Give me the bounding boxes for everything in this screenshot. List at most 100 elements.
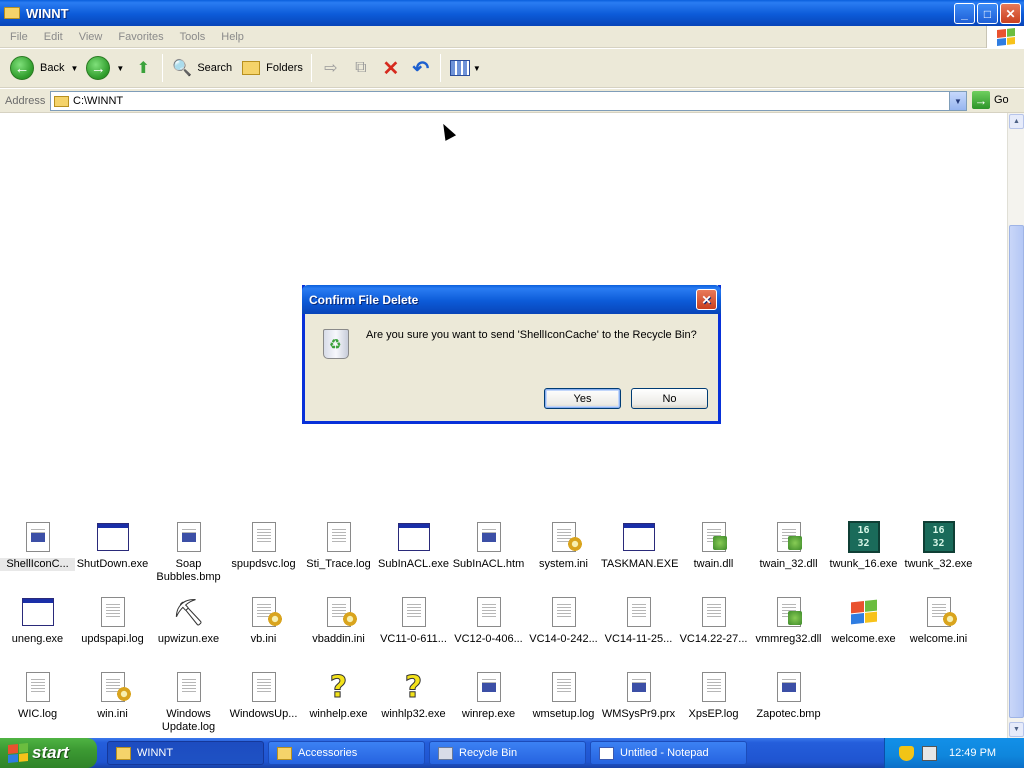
file-item[interactable]: spupdsvc.log <box>226 520 301 571</box>
folder-icon <box>277 746 292 760</box>
close-button[interactable]: ✕ <box>1000 3 1021 24</box>
help-icon: ? <box>329 669 348 705</box>
file-item[interactable]: ? winhelp.exe <box>301 669 376 721</box>
file-item[interactable]: VC12-0-406... <box>451 595 526 646</box>
taskbar-button-winnt[interactable]: WINNT <box>107 741 264 765</box>
notepad-icon <box>599 746 614 760</box>
folders-button[interactable]: Folders <box>236 52 307 84</box>
vertical-scrollbar[interactable]: ▲ ▼ <box>1007 113 1024 738</box>
file-label: vb.ini <box>250 633 277 645</box>
file-item[interactable]: uneng.exe <box>0 595 75 646</box>
no-button[interactable]: No <box>631 388 708 409</box>
file-item[interactable]: win.ini <box>75 670 150 721</box>
menu-favorites[interactable]: Favorites <box>112 31 169 43</box>
address-value: C:\WINNT <box>73 95 124 107</box>
file-item[interactable]: welcome.ini <box>901 595 976 646</box>
text-file-icon <box>697 595 731 629</box>
file-item[interactable]: twain.dll <box>676 520 751 571</box>
forward-dropdown-icon[interactable]: ▼ <box>116 64 124 73</box>
taskbar-button-notepad[interactable]: Untitled - Notepad <box>590 741 747 765</box>
dialog-close-button[interactable]: ✕ <box>696 289 717 310</box>
scrollbar-thumb[interactable] <box>1009 225 1024 718</box>
menu-file[interactable]: File <box>4 31 34 43</box>
file-item[interactable]: WIC.log <box>0 670 75 721</box>
minimize-button[interactable]: _ <box>954 3 975 24</box>
address-dropdown-icon[interactable]: ▼ <box>949 92 966 110</box>
file-item[interactable]: ShutDown.exe <box>75 520 150 571</box>
file-item[interactable]: VC11-0-611... <box>376 595 451 646</box>
menu-help[interactable]: Help <box>215 31 250 43</box>
file-label: Soap Bubbles.bmp <box>156 558 221 583</box>
start-button[interactable]: start <box>0 738 97 768</box>
menu-view[interactable]: View <box>73 31 109 43</box>
file-label: TASKMAN.EXE <box>601 558 679 570</box>
views-dropdown-icon[interactable]: ▼ <box>473 64 481 73</box>
file-label: twunk_32.exe <box>904 558 973 570</box>
file-item[interactable]: twain_32.dll <box>751 520 826 571</box>
copy-to-button[interactable]: ⧉ <box>346 52 376 84</box>
file-item[interactable]: vbaddin.ini <box>301 595 376 646</box>
maximize-button[interactable]: □ <box>977 3 998 24</box>
back-label: Back <box>40 62 65 74</box>
file-label: ShutDown.exe <box>76 558 149 570</box>
address-field[interactable]: C:\WINNT ▼ <box>50 91 967 111</box>
file-item[interactable]: SubInACL.exe <box>376 520 451 571</box>
undo-button[interactable]: ↶ <box>406 52 436 84</box>
file-item[interactable]: 16 32 twunk_32.exe <box>901 520 976 571</box>
delete-button[interactable]: ✕ <box>376 52 406 84</box>
file-label: winrep.exe <box>461 708 516 720</box>
up-folder-button[interactable]: ⬆ <box>128 52 158 84</box>
back-button[interactable]: ← Back ▼ <box>6 52 82 84</box>
scroll-down-icon[interactable]: ▼ <box>1009 722 1024 737</box>
views-button[interactable]: ▼ <box>445 52 485 84</box>
text-file-icon <box>622 595 656 629</box>
file-item[interactable]: wmsetup.log <box>526 670 601 721</box>
file-item[interactable]: 16 32 twunk_16.exe <box>826 520 901 571</box>
file-item[interactable]: WindowsUp... <box>226 670 301 721</box>
taskbar-button-recycle-bin[interactable]: Recycle Bin <box>429 741 586 765</box>
move-to-button[interactable]: ⇨ <box>316 52 346 84</box>
file-item[interactable]: VC14-0-242... <box>526 595 601 646</box>
file-item[interactable]: Soap Bubbles.bmp <box>151 520 226 584</box>
file-item[interactable]: ? winhlp32.exe <box>376 669 451 721</box>
search-button[interactable]: 🔍 Search <box>167 52 236 84</box>
file-item[interactable]: vmmreg32.dll <box>751 595 826 646</box>
taskbar-button-accessories[interactable]: Accessories <box>268 741 425 765</box>
file-label: welcome.ini <box>909 633 968 645</box>
file-item[interactable]: WMSysPr9.prx <box>601 670 676 721</box>
file-label: Sti_Trace.log <box>306 558 371 570</box>
back-arrow-icon: ← <box>10 56 34 80</box>
file-label: updspapi.log <box>81 633 144 645</box>
file-item[interactable]: Sti_Trace.log <box>301 520 376 571</box>
file-item[interactable]: VC14-11-25... <box>601 595 676 646</box>
go-button[interactable]: → Go <box>972 91 1009 109</box>
forward-button[interactable]: → ▼ <box>82 52 128 84</box>
text-file-icon <box>547 670 581 704</box>
file-item[interactable]: winrep.exe <box>451 670 526 721</box>
twunk-exe-icon: 16 32 <box>847 520 881 554</box>
file-item[interactable]: Zapotec.bmp <box>751 670 826 721</box>
toolbar: ← Back ▼ → ▼ ⬆ 🔍 Search Folders ⇨ ⧉ ✕ ↶ … <box>0 49 1024 88</box>
file-item[interactable]: TASKMAN.EXE <box>601 520 679 571</box>
file-list-area[interactable]: ShellIconC... ShutDown.exe Soap Bubbles.bm… <box>0 113 1007 738</box>
back-dropdown-icon[interactable]: ▼ <box>70 64 78 73</box>
yes-button[interactable]: Yes <box>544 388 621 409</box>
file-item[interactable]: VC14.22-27... <box>676 595 751 646</box>
recycle-bin-icon <box>320 329 352 361</box>
file-item[interactable]: ShellIconC... <box>0 520 75 571</box>
menu-tools[interactable]: Tools <box>174 31 212 43</box>
file-item[interactable]: system.ini <box>526 520 601 571</box>
security-shield-icon[interactable] <box>899 745 914 761</box>
menu-edit[interactable]: Edit <box>38 31 69 43</box>
delete-icon: ✕ <box>382 57 400 80</box>
file-item[interactable]: updspapi.log <box>75 595 150 646</box>
file-item[interactable]: Windows Update.log <box>151 670 226 734</box>
file-item[interactable]: vb.ini <box>226 595 301 646</box>
file-item[interactable]: XpsEP.log <box>676 670 751 721</box>
file-item[interactable]: welcome.exe <box>826 595 901 646</box>
scroll-up-icon[interactable]: ▲ <box>1009 114 1024 129</box>
file-item[interactable]: SubInACL.htm <box>451 520 526 571</box>
windows-flag-icon <box>8 742 28 764</box>
file-item[interactable]: ⛏ upwizun.exe <box>151 595 226 646</box>
network-icon[interactable] <box>922 745 937 761</box>
